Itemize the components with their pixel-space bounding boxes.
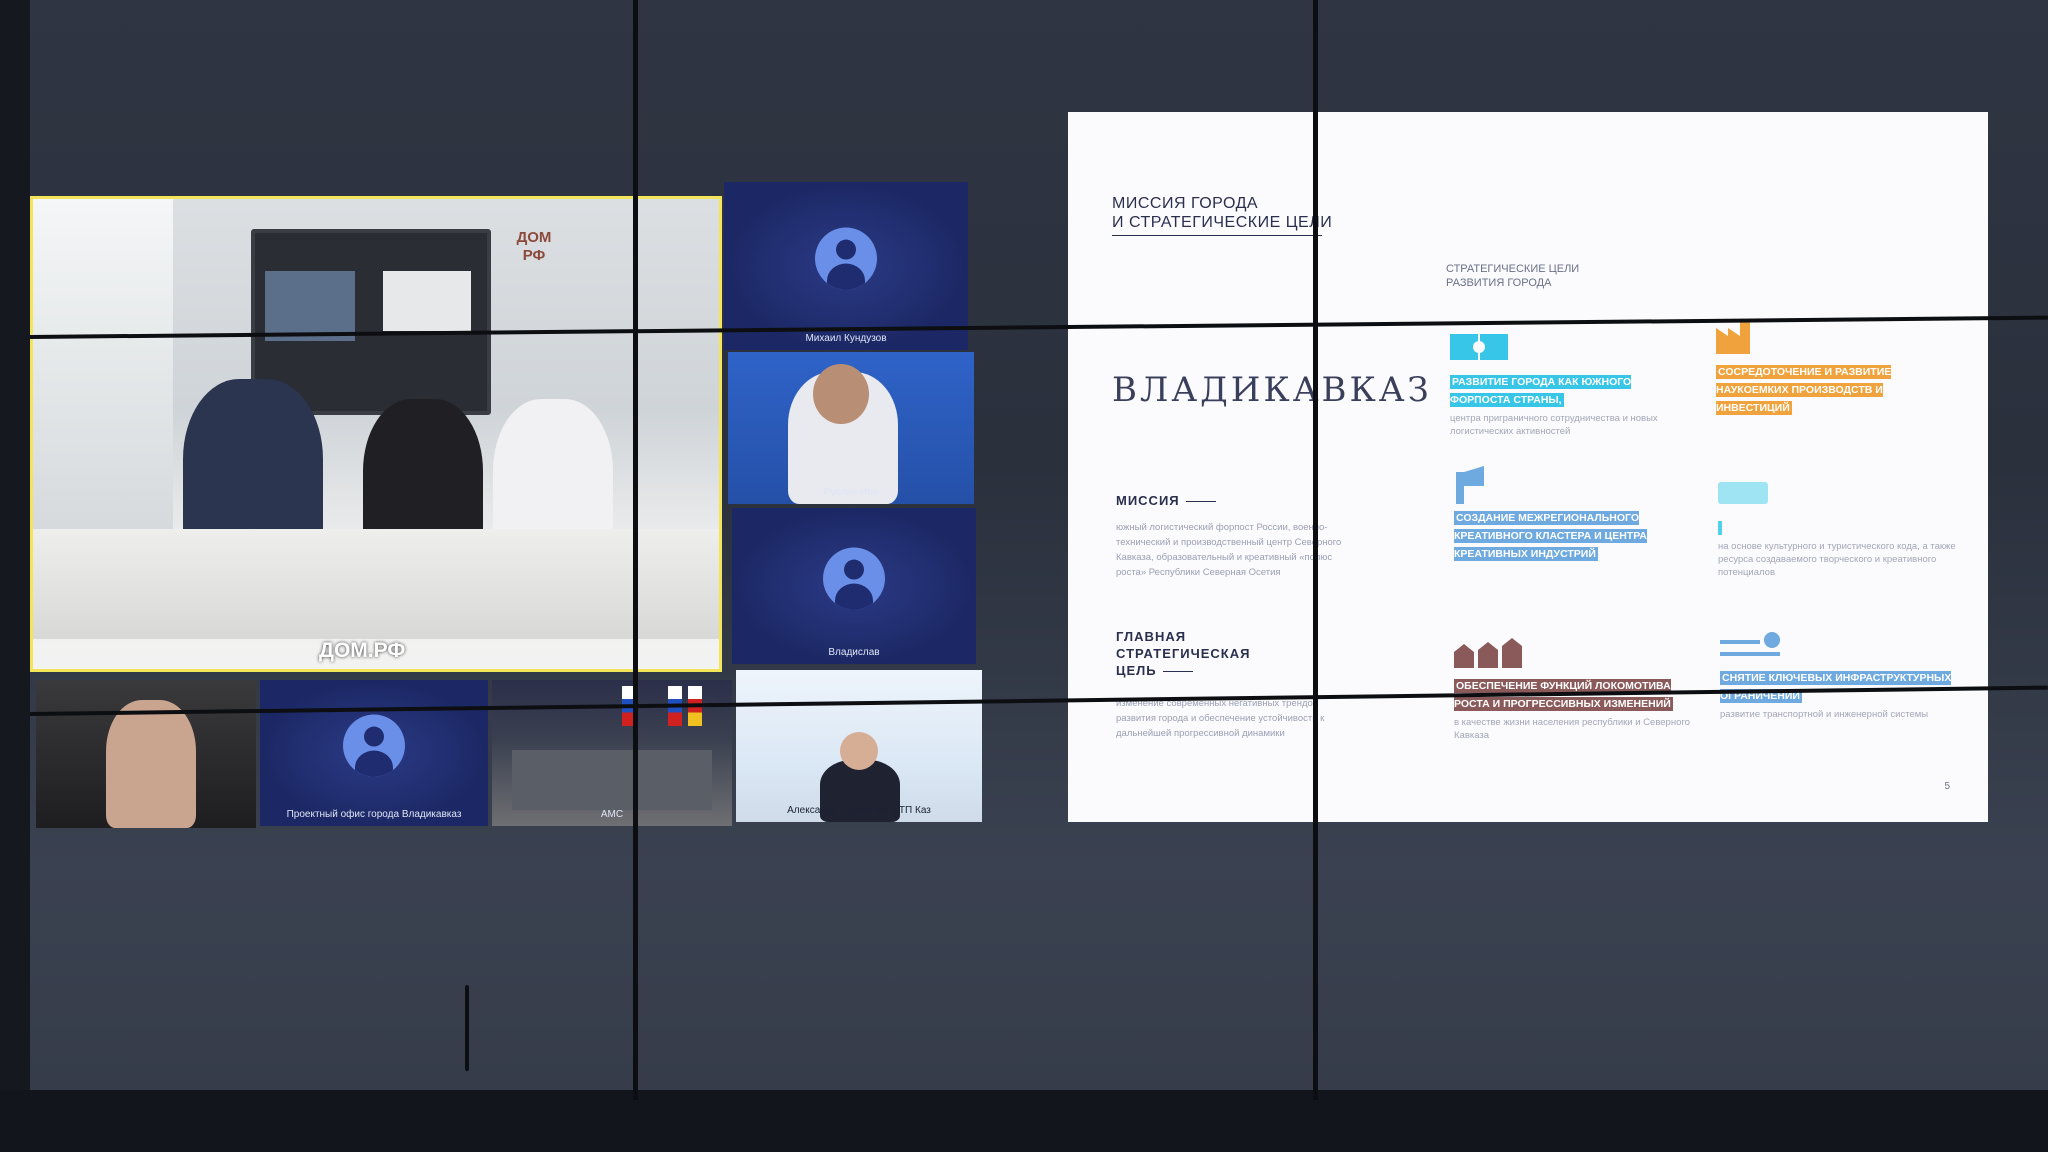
tile-overlay-label: ДОМ.РФ bbox=[319, 639, 406, 662]
title-underline bbox=[1112, 235, 1322, 236]
participant-head bbox=[813, 364, 869, 424]
goal-6: СНЯТИЕ КЛЮЧЕВЫХ ИНФРАСТРУКТУРНЫХ ОГРАНИЧ… bbox=[1720, 626, 1960, 721]
wall-bezel-vertical bbox=[633, 0, 638, 1100]
houses-icon bbox=[1454, 634, 1694, 668]
participant-name: Владислав bbox=[828, 647, 880, 658]
infrastructure-icon bbox=[1720, 626, 1960, 660]
participant-name: Проектный офис города Владикавказ bbox=[286, 809, 462, 820]
video-tile-participant[interactable] bbox=[36, 680, 256, 828]
goal-6-desc: развитие транспортной и инженерной систе… bbox=[1720, 709, 1929, 720]
goal-2: СОСРЕДОТОЧЕНИЕ И РАЗВИТИЕ НАУКОЕМКИХ ПРО… bbox=[1716, 320, 1956, 420]
goal-4-title bbox=[1718, 521, 1722, 535]
goal-3: СОЗДАНИЕ МЕЖРЕГИОНАЛЬНОГО КРЕАТИВНОГО КЛ… bbox=[1454, 466, 1694, 566]
video-tile-main-office[interactable]: ДОМ РФ ДОМ.РФ bbox=[30, 196, 722, 672]
main-goal-heading: ГЛАВНАЯ СТРАТЕГИЧЕСКАЯ ЦЕЛЬ bbox=[1116, 628, 1250, 679]
participant-head bbox=[840, 732, 878, 770]
office-window bbox=[33, 199, 173, 529]
video-tile-participant[interactable]: АМС bbox=[492, 680, 732, 826]
video-tile-participant[interactable]: Александр Сергеевич ИТП Каз bbox=[736, 670, 982, 822]
flag-shape-icon bbox=[1454, 466, 1694, 504]
city-name: ВЛАДИКАВКАЗ bbox=[1112, 370, 1432, 410]
participant-name: Руслан Ибн bbox=[823, 487, 879, 498]
domrf-wall-logo: ДОМ РФ bbox=[516, 229, 552, 264]
puzzle-icon bbox=[1450, 330, 1690, 364]
boardroom-table bbox=[512, 750, 712, 810]
goal-5-desc: в качестве жизни населения республики и … bbox=[1454, 717, 1690, 741]
slide-page-number: 5 bbox=[1944, 781, 1950, 792]
goal-1: РАЗВИТИЕ ГОРОДА КАК ЮЖНОГО ФОРПОСТА СТРА… bbox=[1450, 330, 1690, 438]
mission-text: южный логистический форпост России, воен… bbox=[1116, 522, 1342, 578]
video-tile-participant[interactable]: Проектный офис города Владикавказ bbox=[260, 680, 488, 826]
goal-5: ОБЕСПЕЧЕНИЕ ФУНКЦИЙ ЛОКОМОТИВА РОСТА И П… bbox=[1454, 634, 1694, 742]
goal-1-title: РАЗВИТИЕ ГОРОДА КАК ЮЖНОГО ФОРПОСТА СТРА… bbox=[1450, 375, 1632, 407]
mission-heading-text: МИССИЯ bbox=[1116, 493, 1180, 508]
goal-1-desc: центра приграничного сотрудничества и но… bbox=[1450, 413, 1658, 437]
main-goal-text: изменение современных негативных трендов… bbox=[1116, 698, 1325, 739]
wall-bezel-vertical bbox=[1313, 0, 1318, 1100]
wall-mark bbox=[465, 985, 469, 1071]
participant-name: Михаил Кундузов bbox=[805, 333, 887, 344]
monitor-slide-panel bbox=[383, 271, 471, 331]
goal-3-title: СОЗДАНИЕ МЕЖРЕГИОНАЛЬНОГО КРЕАТИВНОГО КЛ… bbox=[1454, 511, 1647, 561]
participant-name: АМС bbox=[600, 809, 624, 820]
video-tile-participant[interactable]: Владислав bbox=[732, 508, 976, 664]
office-room-feed: ДОМ РФ bbox=[33, 199, 719, 669]
goal-4-desc: на основе культурного и туристического к… bbox=[1718, 541, 1956, 578]
user-avatar-icon bbox=[823, 547, 885, 610]
user-avatar-icon bbox=[343, 714, 405, 777]
participant-figure bbox=[106, 700, 196, 828]
video-tile-participant[interactable]: Михаил Кундузов bbox=[724, 182, 968, 350]
participant-name: Александр Сергеевич ИТП Каз bbox=[787, 805, 931, 816]
goal-2-title: СОСРЕДОТОЧЕНИЕ И РАЗВИТИЕ НАУКОЕМКИХ ПРО… bbox=[1716, 365, 1892, 415]
video-tile-participant[interactable]: Руслан Ибн bbox=[728, 352, 974, 504]
conference-table bbox=[33, 529, 719, 639]
slide-title: МИССИЯ ГОРОДА И СТРАТЕГИЧЕСКИЕ ЦЕЛИ bbox=[1112, 195, 1333, 231]
creative-icon bbox=[1718, 476, 1958, 510]
presentation-slide: МИССИЯ ГОРОДА И СТРАТЕГИЧЕСКИЕ ЦЕЛИ ВЛАД… bbox=[1068, 112, 1988, 822]
user-avatar-icon bbox=[815, 227, 877, 290]
goal-4: на основе культурного и туристического к… bbox=[1718, 476, 1958, 579]
mission-heading: МИССИЯ bbox=[1116, 492, 1216, 509]
floor-strip bbox=[0, 1090, 2048, 1152]
factory-icon bbox=[1716, 320, 1956, 354]
strategic-goals-heading: СТРАТЕГИЧЕСКИЕ ЦЕЛИ РАЗВИТИЯ ГОРОДА bbox=[1446, 263, 1580, 289]
monitor-video-panel bbox=[265, 271, 355, 341]
wall-left-edge bbox=[0, 0, 30, 1152]
